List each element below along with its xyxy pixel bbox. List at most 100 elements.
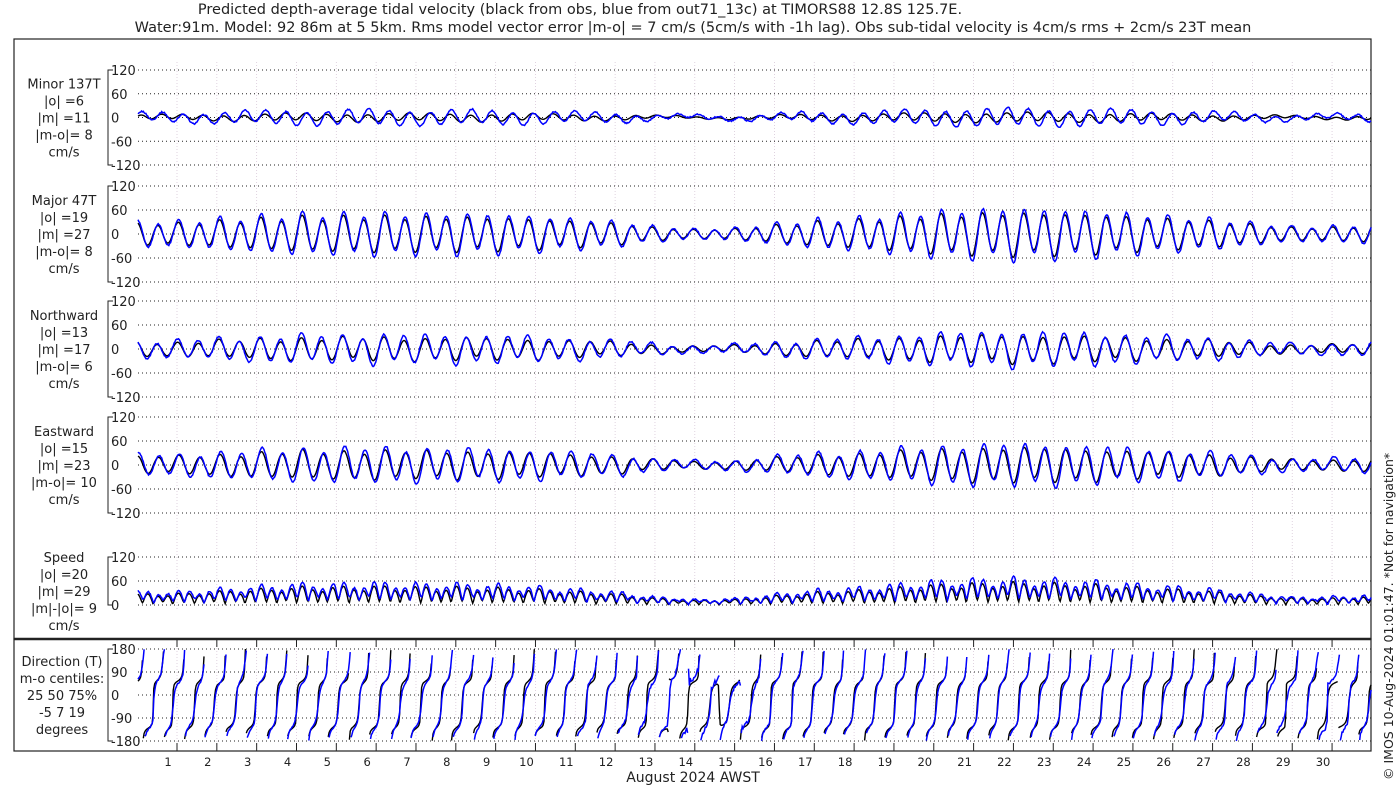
obs-series-line: [137, 580, 1372, 607]
y-tick-label: -120: [111, 391, 141, 406]
x-tick-label: 11: [559, 755, 574, 769]
panel-label-line: |m-o|= 6: [35, 360, 93, 375]
panel-label-line: degrees: [36, 723, 89, 738]
x-tick-label: 21: [957, 755, 972, 769]
x-tick-label: 4: [284, 755, 291, 769]
panel-label-line: m-o centiles:: [20, 672, 105, 687]
x-axis-label: August 2024 AWST: [626, 770, 760, 786]
y-tick-label: 0: [111, 689, 119, 704]
y-tick-label: 90: [111, 666, 128, 681]
x-tick-label: 12: [599, 755, 614, 769]
y-tick-label: 0: [111, 343, 119, 358]
panel-label-line: |m| =27: [38, 228, 91, 243]
y-tick-label: 60: [111, 88, 128, 103]
x-tick-label: 7: [403, 755, 410, 769]
y-tick-label: -60: [111, 135, 132, 150]
panel-speed: Speed |o| =20 |m| =29 |m|-|o|= 9 cm/s 120 60 0: [31, 551, 1372, 634]
y-tick-label: 120: [111, 411, 136, 426]
x-tick-label: 15: [718, 755, 733, 769]
panel-label-line: |m| =23: [38, 459, 91, 474]
y-tick-label: 0: [111, 599, 119, 614]
model-series-line: [137, 575, 1372, 607]
x-tick-label: 3: [244, 755, 251, 769]
x-tick-label: 1: [164, 755, 171, 769]
panel-label-line: |o| =15: [40, 442, 88, 457]
panel-label-line: |o| =19: [40, 211, 88, 226]
panel-label-line: |o| =6: [44, 95, 84, 110]
x-tick-label: 25: [1117, 755, 1132, 769]
copyright-note: © IMOS 10-Aug-2024 01:01:47. *Not for na…: [1381, 453, 1396, 780]
y-tick-label: 0: [111, 459, 119, 474]
x-tick-label: 10: [519, 755, 534, 769]
x-tick-label: 6: [363, 755, 370, 769]
panel-label-line: Direction (T): [22, 655, 103, 670]
y-tick-label: -90: [111, 712, 132, 727]
panel-label-line: |m|-|o|= 9: [31, 602, 97, 617]
y-tick-label: 60: [111, 319, 128, 334]
panel-label-line: |o| =20: [40, 568, 88, 583]
x-tick-label: 19: [878, 755, 893, 769]
y-tick-label: -60: [111, 367, 132, 382]
x-tick-label: 13: [639, 755, 654, 769]
panel-label-line: |m-o|= 8: [35, 129, 93, 144]
model-series-line: [137, 442, 1372, 490]
panel-label-line: Major 47T: [32, 194, 97, 209]
panel-label-line: |m-o|= 10: [31, 476, 97, 491]
y-tick-label: 120: [111, 295, 136, 310]
y-tick-label: 60: [111, 204, 128, 219]
y-tick-label: 60: [111, 575, 128, 590]
panel-major: Major 47T |o| =19 |m| =27 |m-o|= 8 cm/s 120 60…: [32, 180, 1372, 291]
x-tick-label: 8: [443, 755, 450, 769]
x-tick-label: 5: [324, 755, 331, 769]
panel-east: Eastward |o| =15 |m| =23 |m-o|= 10 cm/s 120 60…: [31, 411, 1372, 522]
panel-label-line: cm/s: [49, 493, 80, 508]
panel-label-line: Northward: [30, 309, 98, 324]
x-tick-label: 20: [917, 755, 932, 769]
y-tick-label: -60: [111, 483, 132, 498]
y-tick-label: 120: [111, 180, 136, 195]
panel-label-line: 25 50 75%: [27, 689, 97, 704]
obs-series-line: [137, 211, 1372, 258]
panel-label-line: |m| =29: [38, 585, 91, 600]
panel-label-line: |m| =11: [38, 112, 91, 127]
panel-label-line: -5 7 19: [39, 706, 85, 721]
y-tick-label: -120: [111, 159, 141, 174]
model-series-line: [137, 330, 1372, 371]
panel-label-line: cm/s: [49, 146, 80, 161]
x-tick-label: 27: [1196, 755, 1211, 769]
y-tick-label: -120: [111, 507, 141, 522]
x-tick-label: 26: [1156, 755, 1171, 769]
y-tick-label: 120: [111, 64, 136, 79]
x-tick-label: 18: [838, 755, 853, 769]
panel-label-line: cm/s: [49, 262, 80, 277]
y-tick-label: -180: [111, 735, 141, 750]
y-tick-label: 0: [111, 228, 119, 243]
x-tick-label: 9: [483, 755, 490, 769]
panel-label-line: cm/s: [49, 377, 80, 392]
panel-dir: Direction (T) m-o centiles: 25 50 75% -5 7 …: [20, 643, 1372, 750]
panel-minor: Minor 137T |o| =6 |m| =11 |m-o|= 8 cm/s 120 60…: [27, 64, 1372, 174]
panel-label-line: |m| =17: [38, 343, 91, 358]
y-tick-label: 120: [111, 551, 136, 566]
x-tick-label: 24: [1077, 755, 1092, 769]
panel-label-line: Eastward: [34, 425, 94, 440]
title-line-1: Predicted depth-average tidal velocity (…: [198, 2, 962, 18]
y-tick-label: 60: [111, 435, 128, 450]
tidal-velocity-figure: Predicted depth-average tidal velocity (…: [13, 2, 1396, 786]
panel-label-line: |m-o|= 8: [35, 245, 93, 260]
title-line-2: Water:91m. Model: 92 86m at 5 5km. Rms m…: [135, 20, 1252, 36]
x-tick-label: 29: [1276, 755, 1291, 769]
x-tick-label: 14: [678, 755, 693, 769]
direction-frame: [13, 638, 1372, 752]
x-tick-label: 2: [204, 755, 211, 769]
y-tick-label: -120: [111, 276, 141, 291]
panel-label-line: Minor 137T: [27, 78, 100, 93]
x-tick-label: 23: [1037, 755, 1052, 769]
x-tick-label: 16: [758, 755, 773, 769]
panel-label-line: cm/s: [49, 619, 80, 634]
x-tick-label: 17: [798, 755, 813, 769]
x-tick-label: 30: [1316, 755, 1331, 769]
panel-north: Northward |o| =13 |m| =17 |m-o|= 6 cm/s 120 60…: [30, 295, 1372, 406]
y-tick-label: 0: [111, 112, 119, 127]
y-tick-label: 180: [111, 643, 136, 658]
